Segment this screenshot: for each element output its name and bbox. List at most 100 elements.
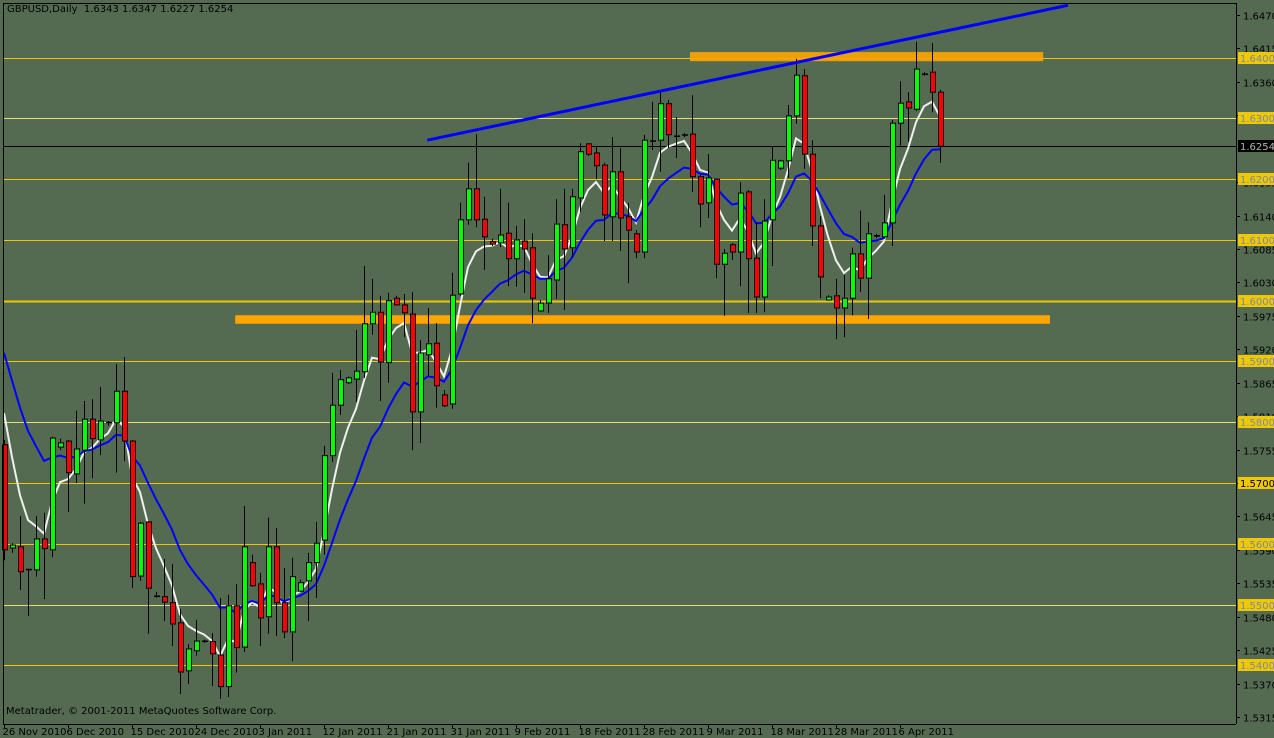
candle[interactable] xyxy=(546,255,552,313)
candle[interactable] xyxy=(114,363,120,473)
candle[interactable] xyxy=(26,568,32,617)
candle[interactable] xyxy=(170,563,176,646)
candle[interactable] xyxy=(346,376,352,384)
candle[interactable] xyxy=(906,92,912,143)
candle[interactable] xyxy=(18,515,24,590)
candle[interactable] xyxy=(658,92,664,172)
candle[interactable] xyxy=(570,188,576,257)
candle[interactable] xyxy=(194,619,200,656)
candle[interactable] xyxy=(938,89,944,163)
candle[interactable] xyxy=(458,202,464,296)
candle[interactable] xyxy=(202,639,208,643)
candle[interactable] xyxy=(786,104,792,178)
candle[interactable] xyxy=(130,439,136,589)
candlestick-chart[interactable]: 1.64701.64151.63601.63051.61951.61401.60… xyxy=(0,0,1274,738)
candle[interactable] xyxy=(554,199,560,299)
candle[interactable] xyxy=(882,194,888,239)
candle[interactable] xyxy=(386,292,392,383)
candle[interactable] xyxy=(370,278,376,335)
candle[interactable] xyxy=(778,159,784,170)
candle[interactable] xyxy=(522,219,528,293)
candle[interactable] xyxy=(594,145,600,180)
candle[interactable] xyxy=(434,323,440,408)
candle[interactable] xyxy=(298,579,304,592)
candle[interactable] xyxy=(850,247,856,316)
candle[interactable] xyxy=(874,233,880,239)
candle[interactable] xyxy=(498,188,504,248)
candle[interactable] xyxy=(378,295,384,401)
candle[interactable] xyxy=(410,292,416,451)
candle[interactable] xyxy=(714,178,720,279)
candle[interactable] xyxy=(50,436,56,558)
candle[interactable] xyxy=(314,521,320,598)
candle[interactable] xyxy=(162,558,168,621)
candle[interactable] xyxy=(698,174,704,228)
candle[interactable] xyxy=(650,101,656,150)
candle[interactable] xyxy=(58,438,64,451)
candle[interactable] xyxy=(10,543,16,553)
candle[interactable] xyxy=(514,225,520,287)
candle[interactable] xyxy=(146,521,152,634)
candle[interactable] xyxy=(258,572,264,646)
candle[interactable] xyxy=(634,230,640,259)
candle[interactable] xyxy=(178,608,184,694)
candle[interactable] xyxy=(746,190,752,313)
candle[interactable] xyxy=(810,140,816,246)
candle[interactable] xyxy=(858,210,864,293)
candle[interactable] xyxy=(722,249,728,316)
candle[interactable] xyxy=(338,369,344,415)
candle[interactable] xyxy=(674,117,680,158)
candle[interactable] xyxy=(794,58,800,124)
candle[interactable] xyxy=(418,340,424,443)
candle[interactable] xyxy=(306,552,312,621)
candle[interactable] xyxy=(466,162,472,225)
candle[interactable] xyxy=(642,134,648,259)
candle[interactable] xyxy=(322,445,328,555)
candle[interactable] xyxy=(266,517,272,634)
candle[interactable] xyxy=(90,399,96,479)
candle[interactable] xyxy=(738,182,744,287)
candle[interactable] xyxy=(74,410,80,483)
candle[interactable] xyxy=(154,591,160,598)
candle[interactable] xyxy=(290,557,296,662)
candle[interactable] xyxy=(442,390,448,408)
candle[interactable] xyxy=(602,162,608,242)
candle[interactable] xyxy=(474,134,480,228)
candle[interactable] xyxy=(394,295,400,306)
candle[interactable] xyxy=(762,199,768,313)
candle[interactable] xyxy=(506,202,512,287)
candle[interactable] xyxy=(226,594,232,697)
candle[interactable] xyxy=(330,372,336,462)
candle[interactable] xyxy=(186,644,192,685)
candle[interactable] xyxy=(354,329,360,403)
candle[interactable] xyxy=(834,278,840,339)
candle[interactable] xyxy=(234,583,240,673)
candle[interactable] xyxy=(730,242,736,260)
candle[interactable] xyxy=(818,216,824,299)
candle[interactable] xyxy=(842,275,848,338)
candle[interactable] xyxy=(826,295,832,301)
candle[interactable] xyxy=(706,154,712,219)
trendline[interactable] xyxy=(426,3,1069,142)
candle[interactable] xyxy=(922,72,928,76)
candle[interactable] xyxy=(482,196,488,270)
candle[interactable] xyxy=(666,100,672,149)
candle[interactable] xyxy=(242,506,248,652)
candle[interactable] xyxy=(282,568,288,638)
candle[interactable] xyxy=(610,137,616,242)
candle[interactable] xyxy=(682,132,688,138)
candle[interactable] xyxy=(890,120,896,246)
candle[interactable] xyxy=(802,69,808,169)
candle[interactable] xyxy=(138,521,144,581)
candle[interactable] xyxy=(866,222,872,319)
candle[interactable] xyxy=(690,95,696,192)
candle[interactable] xyxy=(562,188,568,310)
candle[interactable] xyxy=(898,81,904,146)
chart-window[interactable]: 1.64701.64151.63601.63051.61951.61401.60… xyxy=(0,0,1274,738)
candle[interactable] xyxy=(106,421,112,426)
candle[interactable] xyxy=(754,222,760,313)
candle[interactable] xyxy=(530,233,536,324)
candle[interactable] xyxy=(618,148,624,251)
candle[interactable] xyxy=(450,272,456,409)
candle[interactable] xyxy=(586,143,592,157)
